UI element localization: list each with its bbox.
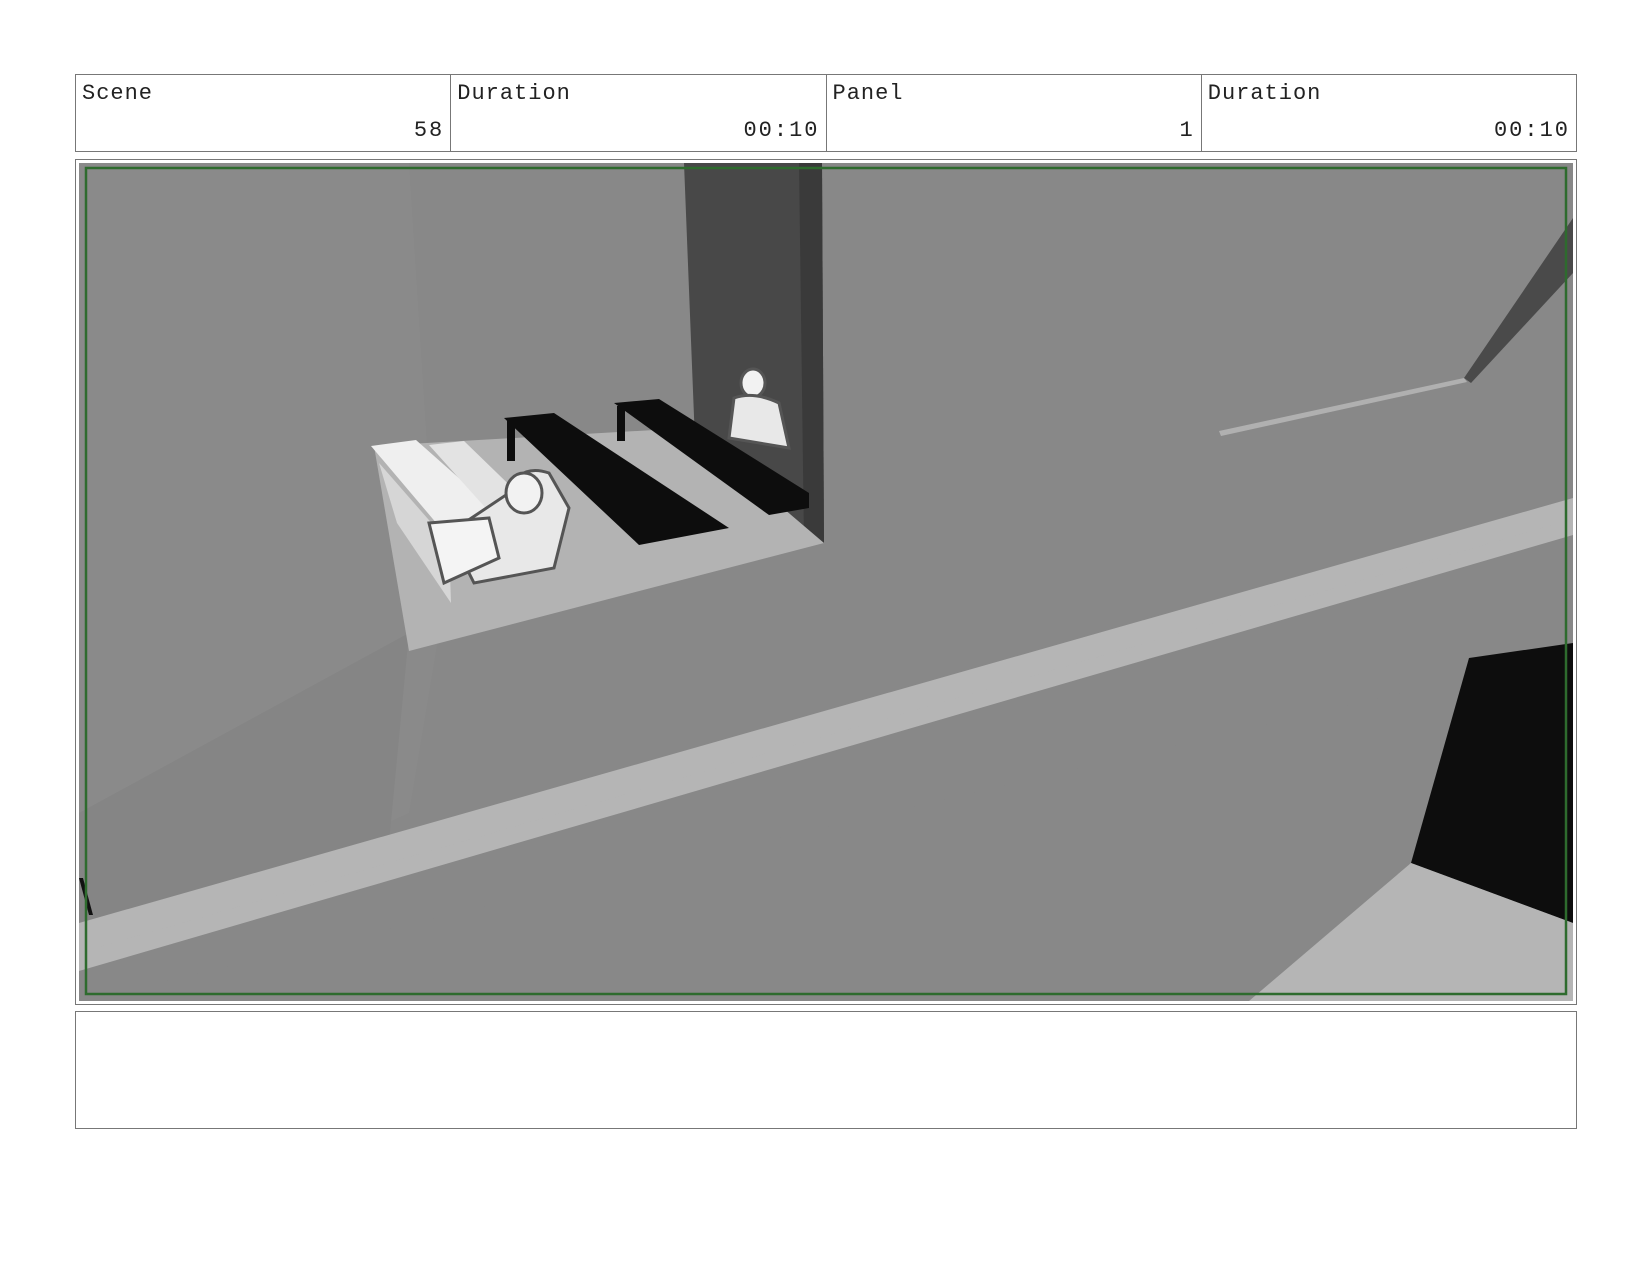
notes-box[interactable] <box>75 1011 1577 1129</box>
scene-cell: Scene 58 <box>76 75 452 151</box>
scene-duration-label: Duration <box>457 81 571 106</box>
dark-table-2-leg <box>617 406 625 441</box>
panel-header: Scene 58 Duration 00:10 Panel 1 Duration… <box>75 74 1577 152</box>
panel-label: Panel <box>832 81 904 106</box>
panel-duration-label: Duration <box>1207 81 1322 106</box>
panel-duration-cell: Duration 00:10 <box>1202 75 1576 151</box>
panel-number[interactable]: 1 <box>1180 118 1195 143</box>
storyboard-frame[interactable] <box>75 159 1577 1005</box>
panel-cell: Panel 1 <box>827 75 1202 151</box>
dark-table-1-leg <box>507 421 515 461</box>
scene-label: Scene <box>82 81 154 106</box>
scene-duration-cell: Duration 00:10 <box>451 75 827 151</box>
panel-duration-value[interactable]: 00:10 <box>1494 118 1570 143</box>
scene-number[interactable]: 58 <box>414 118 444 143</box>
scene-drawing <box>79 163 1573 1001</box>
scene-duration-value[interactable]: 00:10 <box>743 118 819 143</box>
